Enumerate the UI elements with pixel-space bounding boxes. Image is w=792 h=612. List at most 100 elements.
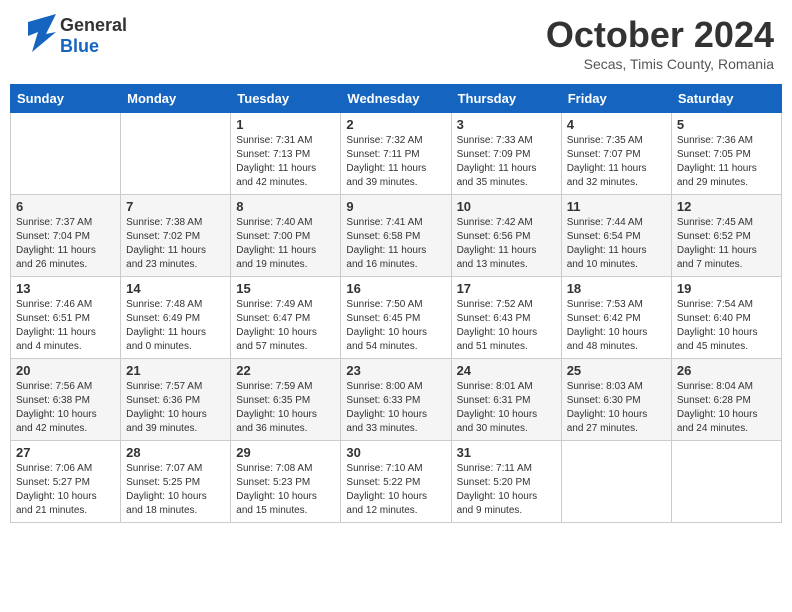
day-info: Sunrise: 7:42 AMSunset: 6:56 PMDaylight:…	[457, 216, 556, 272]
calendar-cell: 4 Sunrise: 7:35 AMSunset: 7:07 PMDaylight…	[561, 113, 671, 195]
day-number: 6	[16, 199, 115, 214]
calendar-cell: 3Sunrise: 7:33 AMSunset: 7:09 PMDaylight…	[451, 113, 561, 195]
calendar-cell: 29Sunrise: 7:08 AMSunset: 5:23 PMDayligh…	[231, 441, 341, 523]
calendar-cell	[561, 441, 671, 523]
calendar-week-3: 20Sunrise: 7:56 AMSunset: 6:38 PMDayligh…	[11, 359, 782, 441]
day-number: 19	[677, 281, 776, 296]
calendar-cell: 13 Sunrise: 7:46 AMSunset: 6:51 PMDayligh…	[11, 277, 121, 359]
calendar-cell: 27 Sunrise: 7:06 AMSunset: 5:27 PMDayligh…	[11, 441, 121, 523]
calendar-cell: 20Sunrise: 7:56 AMSunset: 6:38 PMDayligh…	[11, 359, 121, 441]
title-section: October 2024 Secas, Timis County, Romani…	[546, 14, 774, 72]
day-info: Sunrise: 7:32 AMSunset: 7:11 PMDaylight:…	[346, 134, 445, 190]
day-number: 4	[567, 117, 666, 132]
calendar-cell: 22Sunrise: 7:59 AMSunset: 6:35 PMDayligh…	[231, 359, 341, 441]
logo: General Blue	[18, 14, 127, 58]
calendar-cell: 25 Sunrise: 8:03 AMSunset: 6:30 PMDayligh…	[561, 359, 671, 441]
day-info: Sunrise: 7:37 AMSunset: 7:04 PMDaylight:…	[16, 216, 115, 272]
day-info: Sunrise: 7:41 AMSunset: 6:58 PMDaylight:…	[346, 216, 445, 272]
calendar-cell: 10 Sunrise: 7:42 AMSunset: 6:56 PMDayligh…	[451, 195, 561, 277]
day-number: 17	[457, 281, 556, 296]
location-subtitle: Secas, Timis County, Romania	[546, 56, 774, 72]
day-info: Sunrise: 7:35 AMSunset: 7:07 PMDaylight:…	[567, 134, 666, 190]
calendar-cell: 26 Sunrise: 8:04 AMSunset: 6:28 PMDayligh…	[671, 359, 781, 441]
calendar-cell: 7Sunrise: 7:38 AMSunset: 7:02 PMDaylight…	[121, 195, 231, 277]
calendar-cell: 30 Sunrise: 7:10 AMSunset: 5:22 PMDayligh…	[341, 441, 451, 523]
day-info: Sunrise: 7:49 AMSunset: 6:47 PMDaylight:…	[236, 298, 335, 354]
day-number: 14	[126, 281, 225, 296]
calendar-cell: 31Sunrise: 7:11 AMSunset: 5:20 PMDayligh…	[451, 441, 561, 523]
calendar-cell: 1 Sunrise: 7:31 AMSunset: 7:13 PMDaylight…	[231, 113, 341, 195]
calendar-cell: 14 Sunrise: 7:48 AMSunset: 6:49 PMDayligh…	[121, 277, 231, 359]
day-number: 9	[346, 199, 445, 214]
calendar-cell: 24 Sunrise: 8:01 AMSunset: 6:31 PMDayligh…	[451, 359, 561, 441]
day-number: 21	[126, 363, 225, 378]
day-info: Sunrise: 7:57 AMSunset: 6:36 PMDaylight:…	[126, 380, 225, 436]
calendar-cell: 23Sunrise: 8:00 AMSunset: 6:33 PMDayligh…	[341, 359, 451, 441]
day-number: 15	[236, 281, 335, 296]
header-friday: Friday	[561, 85, 671, 113]
header-sunday: Sunday	[11, 85, 121, 113]
calendar-week-4: 27 Sunrise: 7:06 AMSunset: 5:27 PMDayligh…	[11, 441, 782, 523]
day-number: 2	[346, 117, 445, 132]
calendar-cell: 6 Sunrise: 7:37 AMSunset: 7:04 PMDaylight…	[11, 195, 121, 277]
day-number: 18	[567, 281, 666, 296]
day-info: Sunrise: 7:11 AMSunset: 5:20 PMDaylight:…	[457, 462, 556, 518]
day-number: 25	[567, 363, 666, 378]
day-info: Sunrise: 7:06 AMSunset: 5:27 PMDaylight:…	[16, 462, 115, 518]
calendar-cell: 18Sunrise: 7:53 AMSunset: 6:42 PMDayligh…	[561, 277, 671, 359]
logo-text: General Blue	[60, 15, 127, 57]
day-info: Sunrise: 7:48 AMSunset: 6:49 PMDaylight:…	[126, 298, 225, 354]
calendar-week-0: 1 Sunrise: 7:31 AMSunset: 7:13 PMDaylight…	[11, 113, 782, 195]
day-number: 30	[346, 445, 445, 460]
logo-general: General	[60, 15, 127, 36]
day-number: 29	[236, 445, 335, 460]
calendar-cell: 8 Sunrise: 7:40 AMSunset: 7:00 PMDaylight…	[231, 195, 341, 277]
day-info: Sunrise: 7:33 AMSunset: 7:09 PMDaylight:…	[457, 134, 556, 190]
calendar-cell: 21 Sunrise: 7:57 AMSunset: 6:36 PMDayligh…	[121, 359, 231, 441]
calendar-cell: 12 Sunrise: 7:45 AMSunset: 6:52 PMDayligh…	[671, 195, 781, 277]
calendar-header-row: SundayMondayTuesdayWednesdayThursdayFrid…	[11, 85, 782, 113]
page-header: General Blue October 2024 Secas, Timis C…	[10, 10, 782, 76]
logo-blue: Blue	[60, 36, 127, 57]
calendar-week-1: 6 Sunrise: 7:37 AMSunset: 7:04 PMDaylight…	[11, 195, 782, 277]
calendar-cell: 19 Sunrise: 7:54 AMSunset: 6:40 PMDayligh…	[671, 277, 781, 359]
month-title: October 2024	[546, 14, 774, 56]
day-number: 16	[346, 281, 445, 296]
calendar-cell	[121, 113, 231, 195]
day-number: 24	[457, 363, 556, 378]
day-info: Sunrise: 8:01 AMSunset: 6:31 PMDaylight:…	[457, 380, 556, 436]
header-wednesday: Wednesday	[341, 85, 451, 113]
day-info: Sunrise: 7:45 AMSunset: 6:52 PMDaylight:…	[677, 216, 776, 272]
calendar-cell: 15 Sunrise: 7:49 AMSunset: 6:47 PMDayligh…	[231, 277, 341, 359]
day-number: 12	[677, 199, 776, 214]
day-number: 7	[126, 199, 225, 214]
header-thursday: Thursday	[451, 85, 561, 113]
day-info: Sunrise: 8:03 AMSunset: 6:30 PMDaylight:…	[567, 380, 666, 436]
day-info: Sunrise: 7:46 AMSunset: 6:51 PMDaylight:…	[16, 298, 115, 354]
day-info: Sunrise: 7:59 AMSunset: 6:35 PMDaylight:…	[236, 380, 335, 436]
day-number: 11	[567, 199, 666, 214]
calendar-cell: 16 Sunrise: 7:50 AMSunset: 6:45 PMDayligh…	[341, 277, 451, 359]
calendar-cell	[11, 113, 121, 195]
day-number: 10	[457, 199, 556, 214]
day-number: 8	[236, 199, 335, 214]
day-number: 26	[677, 363, 776, 378]
day-info: Sunrise: 7:40 AMSunset: 7:00 PMDaylight:…	[236, 216, 335, 272]
day-number: 28	[126, 445, 225, 460]
calendar-cell: 28 Sunrise: 7:07 AMSunset: 5:25 PMDayligh…	[121, 441, 231, 523]
day-info: Sunrise: 7:31 AMSunset: 7:13 PMDaylight:…	[236, 134, 335, 190]
calendar-table: SundayMondayTuesdayWednesdayThursdayFrid…	[10, 84, 782, 523]
day-info: Sunrise: 8:04 AMSunset: 6:28 PMDaylight:…	[677, 380, 776, 436]
day-info: Sunrise: 7:07 AMSunset: 5:25 PMDaylight:…	[126, 462, 225, 518]
day-number: 23	[346, 363, 445, 378]
calendar-cell: 2 Sunrise: 7:32 AMSunset: 7:11 PMDaylight…	[341, 113, 451, 195]
day-number: 13	[16, 281, 115, 296]
day-info: Sunrise: 7:44 AMSunset: 6:54 PMDaylight:…	[567, 216, 666, 272]
day-number: 27	[16, 445, 115, 460]
day-info: Sunrise: 7:50 AMSunset: 6:45 PMDaylight:…	[346, 298, 445, 354]
day-info: Sunrise: 7:10 AMSunset: 5:22 PMDaylight:…	[346, 462, 445, 518]
day-info: Sunrise: 7:54 AMSunset: 6:40 PMDaylight:…	[677, 298, 776, 354]
calendar-cell: 17Sunrise: 7:52 AMSunset: 6:43 PMDayligh…	[451, 277, 561, 359]
calendar-cell	[671, 441, 781, 523]
day-number: 1	[236, 117, 335, 132]
